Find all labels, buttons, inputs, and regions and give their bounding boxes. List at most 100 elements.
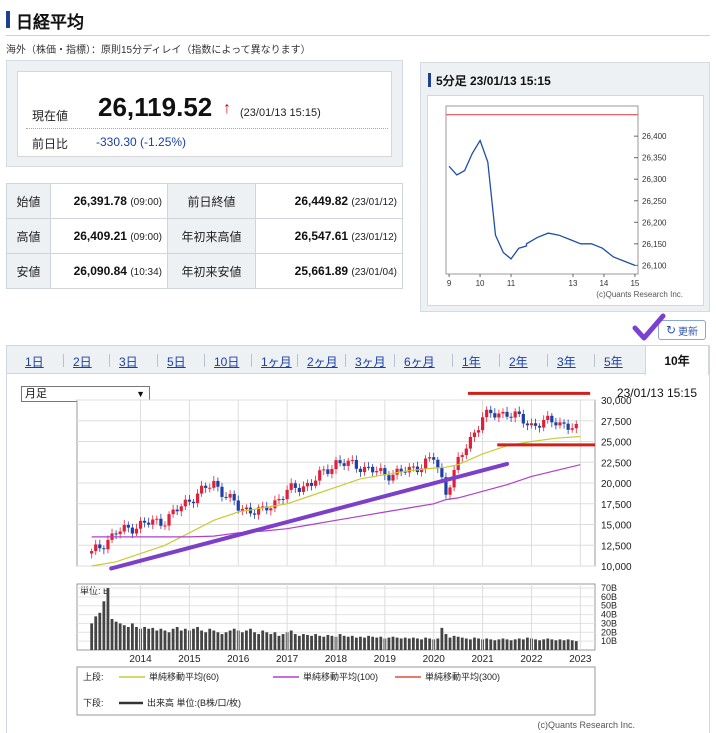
- candle-body: [187, 499, 191, 502]
- candle-body: [322, 469, 326, 471]
- candle-body: [167, 514, 171, 526]
- intraday-y-tick-label: 26,250: [642, 197, 667, 206]
- x-tick-label: 2020: [423, 654, 446, 665]
- candle-body: [216, 480, 220, 487]
- candle-body: [387, 475, 391, 481]
- candle-body: [468, 436, 472, 449]
- tab-5日[interactable]: 5日: [167, 353, 186, 370]
- volume-bar: [468, 639, 472, 650]
- ohlc-table: 始値 26,391.78 (09:00) 前日終値 26,449.82 (23/…: [6, 183, 403, 289]
- candle-body: [554, 422, 558, 426]
- volume-bar: [167, 632, 171, 650]
- tab-3日[interactable]: 3日: [119, 353, 138, 370]
- volume-bar: [464, 638, 468, 650]
- candle-body: [485, 409, 489, 418]
- volume-bar: [424, 637, 427, 650]
- check-mark-icon: [632, 313, 666, 341]
- intraday-panel: 5分足 23/01/13 15:15 26,400 26,350 26,300 26,…: [420, 62, 710, 312]
- candle-body: [305, 482, 310, 487]
- volume-bar: [143, 626, 147, 650]
- volume-bar: [399, 638, 403, 650]
- title-marker: [6, 11, 10, 28]
- tab-10年[interactable]: 10年: [645, 346, 709, 375]
- volume-bar: [359, 636, 362, 650]
- high-time: (09:00): [130, 232, 162, 243]
- candle-body: [464, 448, 468, 456]
- candle-body: [90, 551, 94, 554]
- volume-bar: [314, 634, 318, 650]
- volume-bar: [550, 639, 554, 650]
- volume-bar: [570, 640, 574, 650]
- candle-body: [200, 485, 204, 494]
- tab-2ヶ月[interactable]: 2ヶ月: [307, 353, 338, 370]
- x-tick-label: 2018: [325, 654, 348, 665]
- price-y-tick-label: 27,500: [601, 417, 632, 428]
- candle-body: [558, 422, 562, 426]
- candle-body: [130, 527, 134, 534]
- volume-bar: [558, 639, 562, 650]
- intraday-y-tick-label: 26,150: [642, 240, 667, 249]
- volume-bar: [338, 634, 342, 650]
- candle-body: [574, 423, 578, 429]
- candle-body: [244, 507, 249, 510]
- tab-2日[interactable]: 2日: [73, 353, 92, 370]
- volume-bar: [220, 634, 224, 650]
- candle-body: [428, 457, 432, 459]
- intraday-title: 5分足 23/01/13 15:15: [436, 74, 551, 88]
- candle-body: [155, 518, 159, 520]
- volume-bar: [546, 638, 550, 650]
- volume-bar: [192, 628, 195, 650]
- volume-bar: [354, 637, 358, 650]
- price-y-tick-label: 30,000: [601, 396, 632, 407]
- legend-item-label: 単純移動平均(60): [149, 671, 219, 682]
- volume-bar: [293, 634, 297, 650]
- candle-body: [366, 466, 371, 468]
- x-tick-label: 2021: [471, 654, 494, 665]
- volume-bar: [269, 634, 273, 650]
- volume-bar: [126, 626, 130, 650]
- volume-bar: [440, 627, 444, 650]
- tab-1ヶ月[interactable]: 1ヶ月: [261, 353, 292, 370]
- legend-upper-label: 上段:: [83, 671, 104, 682]
- long-term-chart-panel: 1日 2日 3日 5日 10日 1ヶ月 2ヶ月 3ヶ月 6ヶ月 1年 2年 3年 5年 10年 月足 ▼ …: [6, 345, 710, 733]
- volume-bar: [183, 628, 187, 650]
- volume-bar: [387, 637, 391, 650]
- tab-6ヶ月[interactable]: 6ヶ月: [404, 353, 435, 370]
- candle-body: [334, 460, 338, 470]
- candle-body: [436, 459, 440, 469]
- volume-bar: [452, 635, 456, 650]
- volume-bar: [151, 627, 155, 650]
- candle-body: [525, 423, 529, 426]
- candle-body: [114, 533, 118, 535]
- candle-body: [509, 416, 513, 418]
- tab-2年[interactable]: 2年: [509, 353, 528, 370]
- volume-bar: [566, 639, 570, 650]
- candle-body: [191, 501, 196, 504]
- ytd-high-date: (23/01/12): [351, 232, 397, 243]
- volume-bar: [485, 638, 489, 650]
- intraday-y-tick-label: 26,100: [642, 261, 667, 270]
- tab-10日[interactable]: 10日: [214, 353, 239, 370]
- tab-1日[interactable]: 1日: [25, 353, 44, 370]
- tab-1年[interactable]: 1年: [462, 353, 481, 370]
- candle-body: [375, 471, 379, 473]
- intraday-chart-box: 26,400 26,350 26,300 26,250 26,200 26,150 26,1…: [427, 95, 704, 306]
- intraday-y-tick-label: 26,200: [642, 218, 667, 227]
- tab-3年[interactable]: 3年: [557, 353, 576, 370]
- volume-bar: [306, 634, 309, 650]
- volume-bar: [147, 628, 151, 650]
- candle-body: [134, 528, 139, 534]
- volume-bar: [204, 632, 208, 650]
- chart-credit: (c)Quants Research Inc.: [537, 720, 635, 730]
- low-value: 26,090.84: [73, 264, 127, 278]
- volume-bar: [253, 632, 256, 650]
- tab-separator: [297, 354, 298, 367]
- candle-body: [460, 455, 464, 457]
- volume-bar: [322, 636, 326, 650]
- candle-body: [497, 413, 501, 418]
- price-y-tick-label: 25,000: [601, 438, 632, 449]
- candle-body: [183, 499, 187, 507]
- tab-5年[interactable]: 5年: [604, 353, 623, 370]
- volume-bar: [224, 632, 228, 650]
- tab-3ヶ月[interactable]: 3ヶ月: [355, 353, 386, 370]
